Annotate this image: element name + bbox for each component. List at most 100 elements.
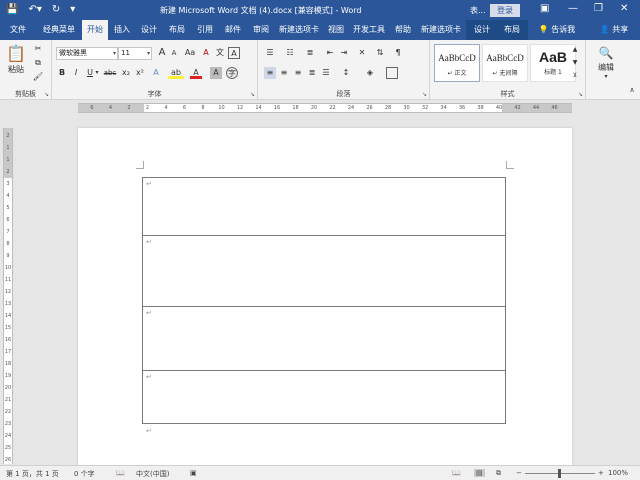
styles-more-icon[interactable]: ⊻ [570,70,580,82]
horizontal-ruler[interactable]: 6 4 2 2 4 6 8 10 12 14 16 18 20 22 24 26 28 30 32 34 36 38 40 4… [78,103,572,113]
tab-table-design[interactable]: 设计 [468,20,496,40]
font-size-combo[interactable]: 11 ▾ [118,47,152,60]
styles-scroll-down-icon[interactable]: ▼ [570,57,580,69]
page-count[interactable]: 第 1 页，共 1 页 [6,469,59,479]
editing-button[interactable]: 🔍 编辑 ▾ [594,44,618,80]
tab-references[interactable]: 引用 [192,20,218,40]
multilevel-list-icon[interactable]: ≣ [304,47,316,59]
tab-review[interactable]: 审阅 [248,20,274,40]
chinese-layout-icon[interactable]: ✕ [356,47,368,59]
tab-layout[interactable]: 布局 [164,20,190,40]
tab-developer[interactable]: 开发工具 [350,20,388,40]
character-border-icon[interactable]: A [228,47,240,59]
clipboard-launcher-icon[interactable]: ↘ [44,91,49,98]
italic-button[interactable]: I [70,67,82,79]
document-table[interactable]: ↵ ↵ ↵ ↵ [142,177,506,424]
underline-dropdown-icon[interactable]: ▾ [94,67,100,79]
grow-font-icon[interactable]: A [156,47,168,59]
format-painter-icon[interactable]: 🖌 [32,71,44,83]
show-marks-icon[interactable]: ¶ [392,47,404,59]
clear-formatting-icon[interactable]: A [200,47,212,59]
character-shading-icon[interactable]: A [210,67,222,79]
table-cell[interactable]: ↵ [142,306,506,371]
paste-button[interactable]: 📋 粘贴 [4,44,28,75]
text-effects-icon[interactable]: A [150,67,162,79]
tab-new-tab-2[interactable]: 新建选项卡 [418,20,464,40]
increase-indent-icon[interactable]: ⇥ [338,47,350,59]
user-name[interactable]: 表... [470,5,486,16]
tab-insert[interactable]: 插入 [110,20,134,40]
decrease-indent-icon[interactable]: ⇤ [324,47,336,59]
style-normal[interactable]: AaBbCcD ↵ 正文 [434,44,480,82]
phonetic-guide-icon[interactable]: 文 [214,47,226,59]
tab-design[interactable]: 设计 [136,20,162,40]
justify-icon[interactable]: ≣ [306,67,318,79]
align-left-icon[interactable]: ≡ [264,67,276,79]
minimize-button[interactable]: — [568,3,578,14]
bold-button[interactable]: B [56,67,68,79]
tell-me-search[interactable]: 💡 告诉我 [534,20,580,40]
align-right-icon[interactable]: ≡ [292,67,304,79]
styles-scroll-up-icon[interactable]: ▲ [570,44,580,56]
enclose-characters-icon[interactable]: 字 [226,67,238,79]
highlight-icon[interactable]: ab [168,67,184,79]
tab-home[interactable]: 开始 [82,20,108,40]
save-icon[interactable]: 💾 [6,3,18,17]
bullets-icon[interactable]: ☰ [264,47,276,59]
tab-help[interactable]: 帮助 [390,20,416,40]
ribbon-display-options-icon[interactable]: ▣ [540,3,549,14]
zoom-slider-thumb[interactable] [558,469,561,478]
table-cell[interactable]: ↵ [142,235,506,307]
language-status[interactable]: 中文(中国) [136,469,169,479]
strikethrough-button[interactable]: abc [102,67,118,79]
login-button[interactable]: 登录 [490,4,520,17]
web-layout-icon[interactable]: ⧉ [496,469,501,478]
ruler-number: 34 [440,105,447,111]
zoom-in-button[interactable]: + [598,469,604,477]
subscript-button[interactable]: x₂ [120,67,132,79]
collapse-ribbon-icon[interactable]: ∧ [626,84,638,96]
macro-icon[interactable]: ▣ [190,469,197,477]
tab-new-tab-1[interactable]: 新建选项卡 [276,20,322,40]
document-page[interactable]: ↵ ↵ ↵ ↵ ↵ [78,128,572,468]
table-cell[interactable]: ↵ [142,370,506,424]
font-name-combo[interactable]: 微软雅黑 ▾ [56,47,118,60]
superscript-button[interactable]: x² [134,67,146,79]
tab-mailings[interactable]: 邮件 [220,20,246,40]
copy-icon[interactable]: ⧉ [32,57,44,69]
cut-icon[interactable]: ✂ [32,43,44,55]
styles-group: AaBbCcD ↵ 正文 AaBbCcD ↵ 无间隔 AaB 标题 1 ▲ ▼ … [430,40,586,100]
tab-table-layout[interactable]: 布局 [498,20,526,40]
tab-file[interactable]: 文件 [4,20,32,40]
vertical-ruler[interactable]: 2 1 1 2 3 4 5 6 7 8 9 10 11 12 13 14 15 16 17 18 19 20 21 22 23 2… [3,128,13,464]
line-spacing-icon[interactable]: ↕ [340,67,352,79]
tab-classic-menu[interactable]: 经典菜单 [36,20,82,40]
align-center-icon[interactable]: ≡ [278,67,290,79]
change-case-icon[interactable]: Aa [182,47,198,59]
proofing-icon[interactable]: 📖 [116,469,125,477]
table-cell[interactable]: ↵ [142,177,506,236]
close-button[interactable]: ✕ [620,3,628,14]
shading-icon[interactable]: ◈ [364,67,376,79]
styles-launcher-icon[interactable]: ↘ [578,91,583,98]
print-layout-icon[interactable]: ▤ [474,469,485,477]
shrink-font-icon[interactable]: A [168,47,180,59]
borders-icon[interactable] [386,67,398,79]
tab-view[interactable]: 视图 [324,20,348,40]
undo-icon[interactable]: ↶▾ [28,3,41,17]
font-color-icon[interactable]: A [190,67,202,79]
paragraph-launcher-icon[interactable]: ↘ [422,91,427,98]
zoom-level[interactable]: 100% [608,469,628,477]
restore-button[interactable]: ❐ [594,3,603,14]
sort-icon[interactable]: ⇅ [374,47,386,59]
word-count[interactable]: 0 个字 [74,469,95,479]
zoom-out-button[interactable]: − [516,469,522,477]
style-no-spacing[interactable]: AaBbCcD ↵ 无间隔 [482,44,528,82]
customize-qat-icon[interactable]: ▾ [70,3,75,17]
font-launcher-icon[interactable]: ↘ [250,91,255,98]
redo-icon[interactable]: ↻ [52,3,60,17]
read-mode-icon[interactable]: 📖 [452,469,461,477]
distributed-icon[interactable]: ☰ [320,67,332,79]
share-button[interactable]: 👤 共享 [592,20,636,40]
numbering-icon[interactable]: ☷ [284,47,296,59]
